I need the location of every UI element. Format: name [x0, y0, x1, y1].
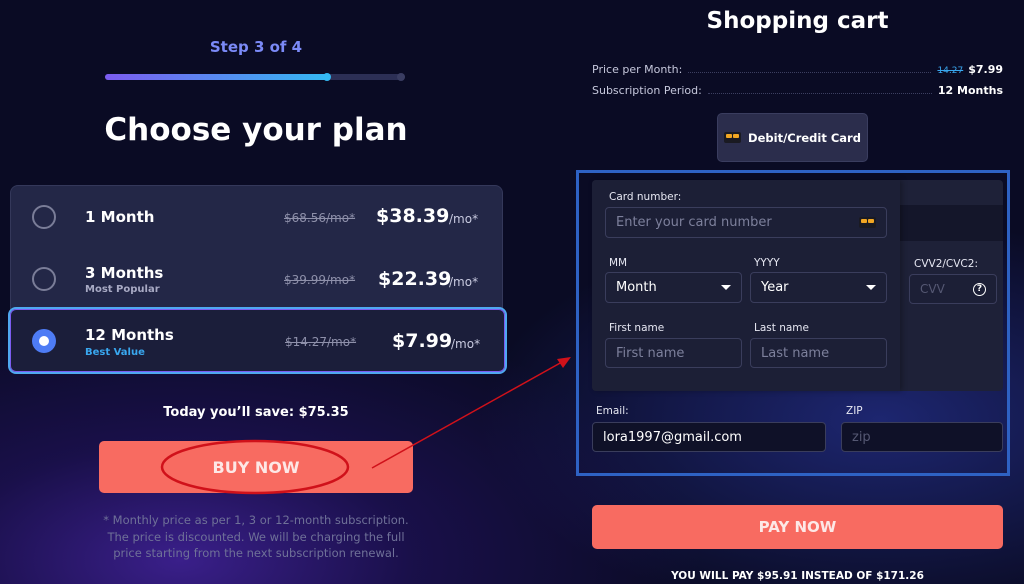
period-value: 12 Months	[937, 84, 1003, 97]
radio-button[interactable]	[32, 267, 56, 291]
radio-button[interactable]	[32, 205, 56, 229]
old-price: $68.56/mo*	[284, 211, 356, 225]
payment-method-card-button[interactable]: Debit/Credit Card	[717, 113, 868, 162]
step-indicator: Step 3 of 4	[209, 38, 303, 56]
price-per-month-row: Price per Month: 14.27 $7.99	[592, 58, 1003, 76]
radio-button-selected[interactable]	[32, 329, 56, 353]
old-price: $39.99/mo*	[284, 273, 356, 287]
plan-name: 1 Month	[85, 208, 155, 226]
savings-text: Today you’ll save: $75.35	[163, 405, 349, 420]
price-unit: /mo*	[451, 337, 481, 351]
row-label: Subscription Period:	[592, 84, 702, 97]
page-title: Choose your plan	[104, 112, 408, 148]
total-text: YOU WILL PAY $95.91 INSTEAD OF $171.26	[671, 570, 924, 582]
plan-subtitle: Best Value	[85, 347, 145, 358]
row-label: Price per Month:	[592, 63, 683, 76]
new-price: $7.99	[968, 63, 1003, 76]
plan-price: $38.39	[376, 205, 450, 227]
old-price: $14.27/mo*	[285, 335, 357, 349]
progress-current-dot	[323, 73, 331, 81]
progress-bar	[105, 73, 405, 81]
cart-title: Shopping cart	[706, 8, 889, 34]
credit-card-icon	[724, 132, 742, 143]
method-label: Debit/Credit Card	[748, 130, 861, 145]
old-price: 14.27	[937, 66, 964, 76]
plan-3-months[interactable]: 3 Months Most Popular $39.99/mo* $22.39 …	[11, 248, 504, 310]
plan-name: 12 Months	[85, 326, 174, 344]
plan-price: $7.99	[392, 330, 453, 352]
progress-end-dot	[397, 73, 405, 81]
plan-price: $22.39	[378, 268, 452, 290]
progress-fill	[105, 74, 327, 80]
plan-list: 1 Month $68.56/mo* $38.39 /mo* 3 Months …	[8, 185, 507, 374]
subscription-period-row: Subscription Period: 12 Months	[592, 79, 1003, 97]
plan-1-month[interactable]: 1 Month $68.56/mo* $38.39 /mo*	[11, 186, 504, 248]
highlight-frame	[576, 170, 1010, 476]
plan-name: 3 Months	[85, 264, 164, 282]
buy-now-button[interactable]: BUY NOW	[99, 441, 413, 493]
price-unit: /mo*	[449, 212, 479, 226]
annotation-arrow-head	[557, 357, 571, 368]
price-unit: /mo*	[449, 275, 479, 289]
plan-subtitle: Most Popular	[85, 284, 160, 295]
footnote: * Monthly price as per 1, 3 or 12-month …	[103, 513, 409, 560]
pay-now-button[interactable]: PAY NOW	[592, 505, 1003, 549]
plan-12-months[interactable]: 12 Months Best Value $14.27/mo* $7.99 /m…	[8, 307, 507, 374]
